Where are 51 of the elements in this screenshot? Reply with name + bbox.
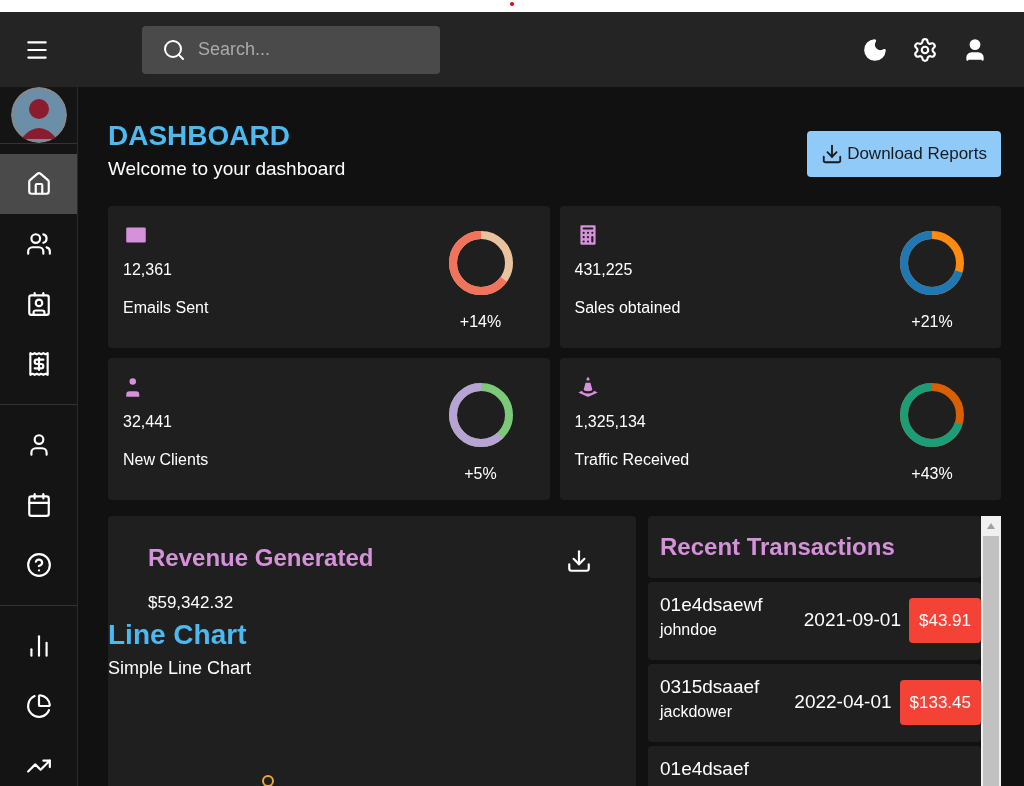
search-icon (162, 37, 186, 62)
revenue-amount: $59,342.32 (148, 591, 235, 614)
stat-label: Emails Sent (123, 297, 209, 318)
download-reports-button[interactable]: Download Reports (807, 131, 1001, 177)
stat-value: 1,325,134 (574, 411, 647, 432)
transaction-date: 2022-04-01 (794, 690, 892, 714)
settings-button[interactable] (912, 36, 938, 63)
donut-chart (899, 381, 965, 448)
scrollbar[interactable] (981, 515, 1001, 786)
search-input[interactable]: Search... (198, 36, 418, 63)
scroll-up-arrow-icon (986, 521, 996, 530)
amount-badge: $133.45 (899, 679, 981, 725)
help-icon (25, 552, 52, 578)
transaction-id: 01e4dsaewf (660, 593, 763, 616)
people-icon (25, 231, 52, 257)
transaction-id: 01e4dsaef (660, 757, 749, 780)
amount-badge: $43.91 (909, 597, 981, 643)
contact-card-icon (25, 291, 52, 317)
search-field[interactable]: Search... (142, 25, 440, 74)
page-subtitle: Welcome to your dashboard (108, 157, 346, 181)
transactions-title: Recent Transactions (660, 531, 895, 562)
stat-value: 12,361 (123, 259, 173, 280)
avatar[interactable] (10, 87, 67, 143)
stat-change: +5% (464, 463, 497, 484)
download-button[interactable] (566, 547, 592, 574)
transaction-id: 0315dsaaef (660, 675, 760, 698)
revenue-title: Revenue Generated (148, 542, 374, 573)
chart-point-marker (260, 772, 276, 786)
stat-value: 431,225 (574, 259, 634, 280)
transaction-date: 2021-09-01 (803, 608, 901, 632)
donut-chart (899, 229, 965, 296)
dark-mode-button[interactable] (862, 36, 888, 63)
donut-chart (447, 229, 514, 296)
stat-label: Sales obtained (574, 297, 681, 318)
transaction-user: jackdower (660, 701, 734, 722)
stat-label: Traffic Received (574, 449, 690, 470)
download-icon (821, 143, 844, 165)
home-icon (25, 171, 52, 197)
chart-subtitle: Simple Line Chart (108, 657, 253, 680)
stat-change: +43% (911, 463, 953, 484)
stat-value: 32,441 (123, 411, 173, 432)
stat-label: New Clients (123, 449, 209, 470)
chart-title: Line Chart (108, 619, 248, 651)
donut-chart (447, 381, 514, 448)
sidebar-item[interactable] (0, 154, 77, 214)
stat-change: +21% (911, 311, 953, 332)
pie-chart-icon (25, 693, 52, 719)
transaction-user: johndoe (660, 619, 718, 640)
page-title: DASHBOARD (108, 119, 291, 153)
stat-change: +14% (459, 311, 502, 332)
calendar-icon (25, 492, 52, 518)
